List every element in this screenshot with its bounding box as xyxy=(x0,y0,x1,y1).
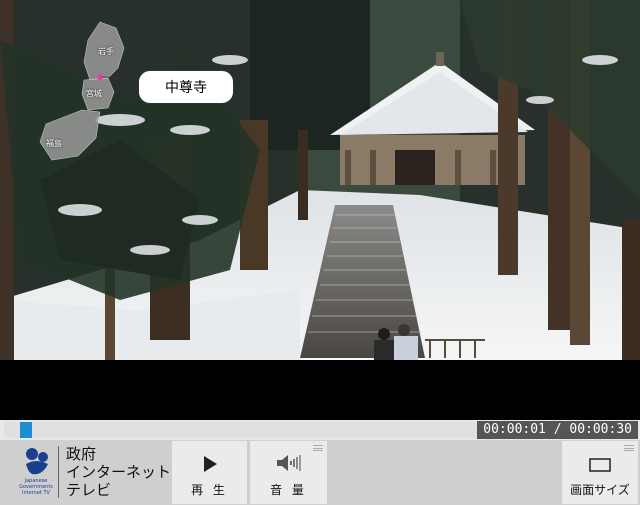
location-map: 岩手 宮城 福島 xyxy=(38,20,128,165)
time-current: 00:00:01 xyxy=(483,422,546,437)
screen-size-icon xyxy=(589,458,611,472)
video-frame[interactable]: 岩手 宮城 福島 中尊寺 xyxy=(0,0,640,360)
play-label: 再 生 xyxy=(191,483,228,497)
letterbox xyxy=(0,360,640,420)
seek-handle[interactable] xyxy=(19,422,32,438)
logo-sub-line3: Internet TV xyxy=(22,490,50,496)
screen-size-button[interactable]: 画面サイズ xyxy=(562,441,638,504)
grip-icon xyxy=(313,445,323,451)
seek-bar[interactable]: 00:00:01 / 00:00:30 xyxy=(0,420,640,440)
logo-line2: インターネット xyxy=(66,463,172,481)
volume-label: 音 量 xyxy=(270,483,307,497)
grip-icon xyxy=(624,445,634,451)
control-bar: Japanese Governments Internet TV 政府 インター… xyxy=(0,440,640,505)
pref-label-iwate: 岩手 xyxy=(98,47,114,56)
time-separator: / xyxy=(545,422,570,437)
timecode: 00:00:01 / 00:00:30 xyxy=(477,421,638,439)
logo-line3: テレビ xyxy=(66,481,112,499)
logo-subtitle: Japanese Governments Internet TV xyxy=(6,478,66,496)
speaker-icon xyxy=(276,455,301,471)
play-icon xyxy=(203,456,217,472)
location-callout: 中尊寺 xyxy=(138,70,234,104)
volume-button[interactable]: 音 量 xyxy=(250,441,327,504)
gov-internet-tv-logo: Japanese Governments Internet TV 政府 インター… xyxy=(0,440,172,505)
time-total: 00:00:30 xyxy=(569,422,632,437)
play-button[interactable]: 再 生 xyxy=(172,441,247,504)
pref-label-fukushima: 福島 xyxy=(46,139,62,148)
pref-label-miyagi: 宮城 xyxy=(86,89,102,98)
screen-size-label: 画面サイズ xyxy=(570,483,630,497)
logo-divider xyxy=(58,446,59,498)
gov-logo-icon xyxy=(26,448,48,475)
logo-line1: 政府 xyxy=(66,445,97,463)
seek-track[interactable] xyxy=(4,422,478,438)
